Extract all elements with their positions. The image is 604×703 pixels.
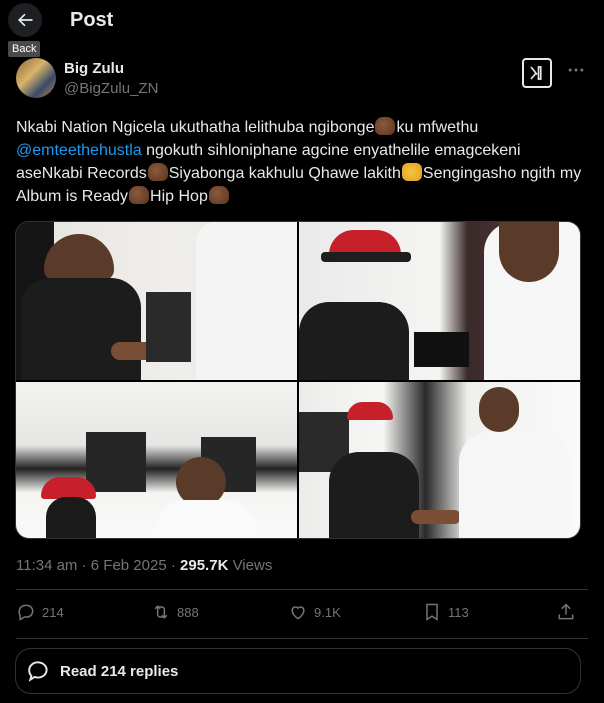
views-count: 295.7K: [180, 557, 229, 574]
tweet-text-part: Nkabi Nation Ngicela ukuthatha lelithuba…: [16, 119, 375, 136]
tweet-text-part: Hip Hop: [150, 188, 208, 205]
views-label: Views: [228, 557, 273, 574]
arrow-left-icon: [18, 13, 33, 27]
read-replies-button[interactable]: Read 214 replies: [15, 648, 581, 694]
post-header: Back Post: [0, 0, 604, 57]
repost-count: 888: [177, 604, 199, 620]
handshake-emoji-icon: [401, 163, 422, 181]
bookmark-count: 113: [448, 604, 469, 620]
back-tooltip: Back: [8, 41, 41, 57]
tweet-text-part: Siyabonga kakhulu Qhawe lakith: [168, 165, 401, 182]
photo-2[interactable]: [299, 222, 580, 380]
clapping-hands-emoji-icon: [129, 186, 150, 204]
photo-3[interactable]: [16, 382, 297, 538]
divider: [16, 638, 588, 639]
read-replies-label: Read 214 replies: [60, 662, 179, 680]
reply-icon: [18, 604, 34, 621]
more-button[interactable]: [564, 60, 588, 84]
bookmark-button[interactable]: 113: [422, 602, 469, 622]
grok-icon: [530, 66, 542, 80]
author-row: Big Zulu @BigZulu_ZN: [16, 58, 588, 102]
reply-button[interactable]: 214: [16, 602, 64, 622]
like-count: 9.1K: [314, 604, 341, 620]
more-horizontal-icon: [568, 68, 584, 72]
repost-button[interactable]: 888: [151, 602, 199, 622]
share-icon: [558, 603, 574, 620]
clapping-hands-emoji-icon: [208, 186, 229, 204]
page-title: Post: [70, 9, 114, 31]
meta-separator: ·: [77, 557, 91, 574]
repost-icon: [154, 605, 168, 619]
divider: [16, 589, 588, 590]
meta-separator: ·: [170, 557, 181, 574]
photo-4[interactable]: [299, 382, 580, 538]
share-button[interactable]: [556, 602, 576, 622]
like-button[interactable]: 9.1K: [288, 602, 341, 622]
photo-1[interactable]: [16, 222, 297, 380]
action-bar: 214 888 9.1K 113: [16, 602, 588, 632]
bookmark-icon: [426, 603, 438, 621]
tweet-text-part: ku mfwethu: [396, 119, 479, 136]
media-grid: [15, 221, 581, 539]
clapping-hands-emoji-icon: [375, 117, 396, 135]
post-time[interactable]: 11:34 am: [16, 557, 77, 574]
author-handle[interactable]: @BigZulu_ZN: [64, 80, 158, 97]
author-name[interactable]: Big Zulu: [64, 60, 124, 77]
mention-link[interactable]: @emteethehustla: [16, 142, 142, 159]
post-date[interactable]: 6 Feb 2025: [91, 557, 167, 574]
reply-count: 214: [42, 604, 64, 620]
clapping-hands-emoji-icon: [147, 163, 168, 181]
post-timestamp: 11:34 am · 6 Feb 2025 · 295.7K Views: [16, 557, 272, 574]
avatar[interactable]: [16, 58, 56, 98]
chat-bubble-icon: [28, 661, 48, 682]
grok-button[interactable]: [522, 58, 552, 88]
back-button[interactable]: [8, 3, 42, 37]
tweet-text: Nkabi Nation Ngicela ukuthatha lelithuba…: [16, 116, 588, 208]
heart-icon: [291, 606, 305, 620]
